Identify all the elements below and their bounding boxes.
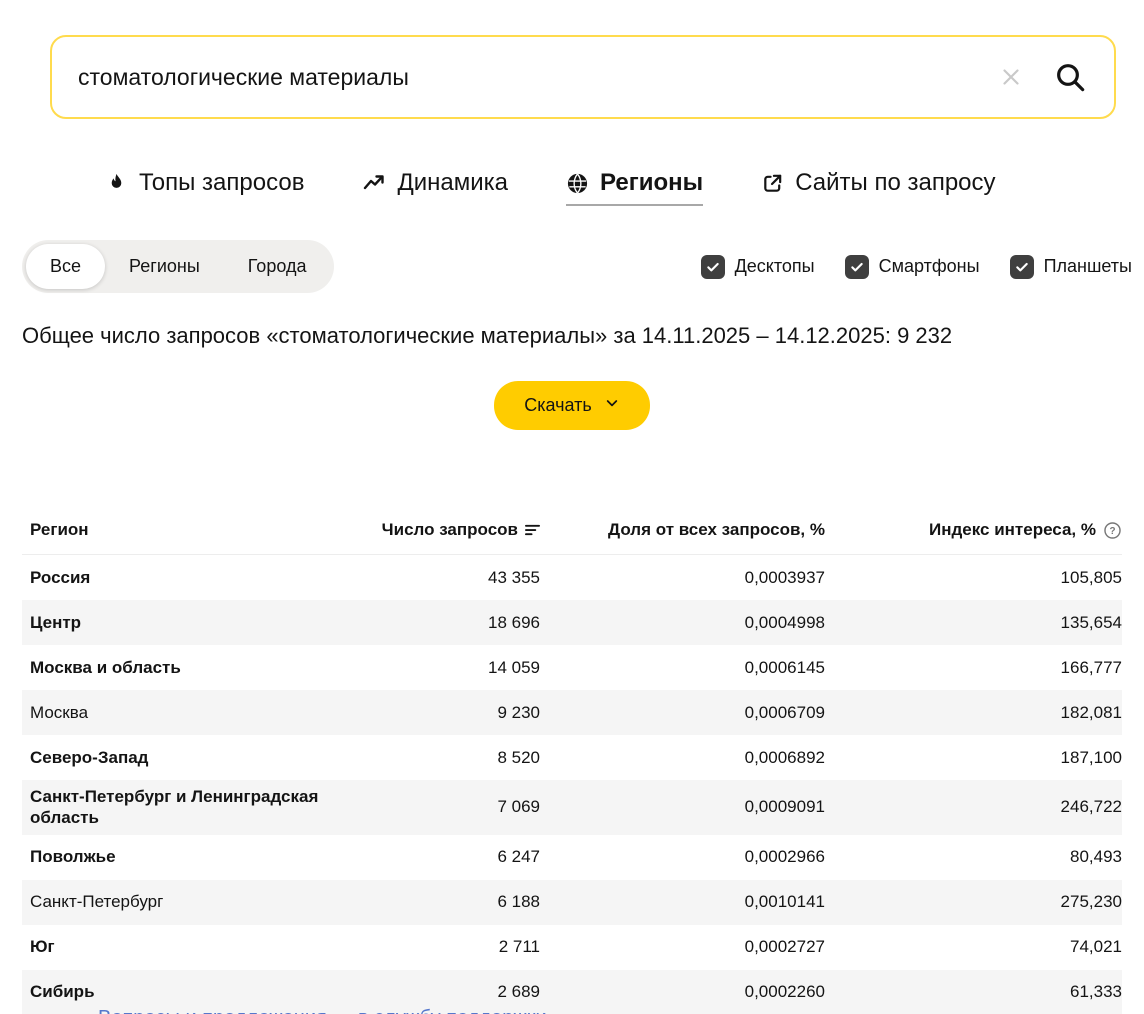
queries-cell: 43 355 [342,568,540,588]
header-queries: Число запросов [382,520,518,540]
tab-label: Динамика [397,169,508,197]
region-cell: Санкт-Петербург [22,891,342,912]
queries-cell: 6 188 [342,892,540,912]
checkbox-label: Планшеты [1044,256,1132,277]
search-bar [50,35,1116,119]
table-header-row: Регион Число запросов Доля от всех запро… [22,508,1122,555]
filter-row: Все Регионы Города Десктопы Смартфоны Пл… [22,240,1132,293]
device-checkboxes: Десктопы Смартфоны Планшеты [701,255,1132,279]
header-share: Доля от всех запросов, % [608,520,825,540]
checkbox-checked-icon [701,255,725,279]
share-cell: 0,0006892 [540,748,825,768]
share-cell: 0,0010141 [540,892,825,912]
globe-icon [566,172,589,195]
checkbox-desktops[interactable]: Десктопы [701,255,815,279]
index-cell: 166,777 [825,658,1122,678]
share-cell: 0,0006145 [540,658,825,678]
tab-top-queries[interactable]: Топы запросов [105,169,304,206]
region-cell: Юг [22,936,342,957]
tab-sites[interactable]: Сайты по запросу [761,169,995,206]
share-cell: 0,0003937 [540,568,825,588]
download-button[interactable]: Скачать [494,381,650,430]
checkbox-label: Десктопы [735,256,815,277]
checkbox-tablets[interactable]: Планшеты [1010,255,1132,279]
external-link-icon [761,172,784,195]
index-cell: 80,493 [825,847,1122,867]
tab-label: Сайты по запросу [795,169,995,197]
index-cell: 61,333 [825,982,1122,1002]
segment-all[interactable]: Все [26,244,105,289]
header-region: Регион [22,520,89,540]
index-cell: 275,230 [825,892,1122,912]
tab-label: Регионы [600,169,703,197]
header-index: Индекс интереса, % [929,520,1096,540]
share-cell: 0,0002727 [540,937,825,957]
index-cell: 182,081 [825,703,1122,723]
table-row: Поволжье 6 247 0,0002966 80,493 [22,835,1122,880]
clear-icon[interactable] [996,62,1026,92]
table-row: Москва и область 14 059 0,0006145 166,77… [22,645,1122,690]
region-cell: Москва и область [22,657,342,678]
segment-regions[interactable]: Регионы [105,244,224,289]
share-cell: 0,0009091 [540,797,825,817]
region-cell: Центр [22,612,342,633]
search-input[interactable] [78,64,996,91]
checkbox-checked-icon [1010,255,1034,279]
download-button-label: Скачать [524,395,592,416]
total-queries-summary: Общее число запросов «стоматологические … [22,323,1144,349]
queries-cell: 7 069 [342,797,540,817]
checkbox-checked-icon [845,255,869,279]
chevron-down-icon [604,395,620,416]
region-cell: Санкт-Петербург и Ленинградская область [22,786,342,829]
table-row: Юг 2 711 0,0002727 74,021 [22,925,1122,970]
question-circle-icon[interactable]: ? [1103,521,1122,540]
region-cell: Москва [22,702,342,723]
queries-cell: 8 520 [342,748,540,768]
index-cell: 187,100 [825,748,1122,768]
index-cell: 105,805 [825,568,1122,588]
region-cell: Поволжье [22,846,342,867]
share-cell: 0,0004998 [540,613,825,633]
index-cell: 246,722 [825,797,1122,817]
regions-table: Регион Число запросов Доля от всех запро… [22,508,1122,1014]
svg-text:?: ? [1109,525,1115,536]
index-cell: 74,021 [825,937,1122,957]
queries-cell: 2 711 [342,937,540,957]
scope-segmented-control: Все Регионы Города [22,240,334,293]
trend-icon [362,171,386,195]
region-cell: Сибирь [22,981,342,1002]
tab-label: Топы запросов [139,169,304,197]
table-row: Центр 18 696 0,0004998 135,654 [22,600,1122,645]
tab-regions[interactable]: Регионы [566,169,703,206]
queries-cell: 14 059 [342,658,540,678]
tab-dynamics[interactable]: Динамика [362,169,508,206]
share-cell: 0,0002260 [540,982,825,1002]
share-cell: 0,0002966 [540,847,825,867]
queries-cell: 9 230 [342,703,540,723]
table-row: Северо-Запад 8 520 0,0006892 187,100 [22,735,1122,780]
segment-cities[interactable]: Города [224,244,331,289]
share-cell: 0,0006709 [540,703,825,723]
fire-icon [105,172,128,195]
queries-cell: 2 689 [342,982,540,1002]
queries-cell: 18 696 [342,613,540,633]
index-cell: 135,654 [825,613,1122,633]
region-cell: Северо-Запад [22,747,342,768]
search-icon[interactable] [1052,59,1088,95]
checkbox-smartphones[interactable]: Смартфоны [845,255,980,279]
footer-link[interactable]: Вопросы и предложения — в службу поддерж… [98,1007,547,1014]
checkbox-label: Смартфоны [879,256,980,277]
sort-icon[interactable] [525,523,540,537]
region-cell: Россия [22,567,342,588]
table-row: Санкт-Петербург 6 188 0,0010141 275,230 [22,880,1122,925]
queries-cell: 6 247 [342,847,540,867]
tabs: Топы запросов Динамика Регионы Сайты по … [105,169,1144,206]
table-row: Москва 9 230 0,0006709 182,081 [22,690,1122,735]
table-row: Россия 43 355 0,0003937 105,805 [22,555,1122,600]
table-row: Санкт-Петербург и Ленинградская область … [22,780,1122,835]
